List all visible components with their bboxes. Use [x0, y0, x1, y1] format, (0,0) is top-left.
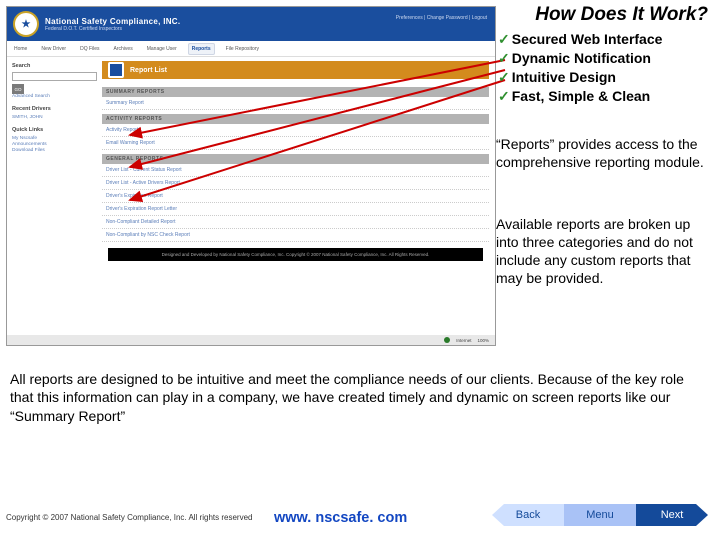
report-link[interactable]: Driver's Expiration Report: [102, 190, 489, 203]
quick-links-label: Quick Links: [12, 127, 97, 133]
quick-link-item[interactable]: Announcements: [12, 142, 97, 147]
check-icon: ✓: [498, 30, 510, 49]
status-net: Internet: [456, 338, 471, 343]
report-link[interactable]: Activity Report: [102, 124, 489, 137]
search-input[interactable]: [12, 72, 97, 81]
bottom-paragraph: All reports are designed to be intuitive…: [10, 370, 710, 425]
bullet-list: ✓Secured Web Interface ✓Dynamic Notifica…: [498, 30, 710, 106]
slide-nav: Back Menu Next: [492, 504, 708, 526]
nav-dq-files[interactable]: DQ Files: [77, 44, 102, 54]
bullet-item: Secured Web Interface: [512, 30, 663, 49]
report-link[interactable]: Summary Report: [102, 97, 489, 110]
nav-new-driver[interactable]: New Driver: [38, 44, 69, 54]
section-general: GENERAL REPORTS: [102, 154, 489, 164]
report-list-title: Report List: [130, 67, 167, 74]
menu-button[interactable]: Menu: [564, 504, 636, 526]
bullet-item: Dynamic Notification: [512, 49, 651, 68]
nav-archives[interactable]: Archives: [111, 44, 136, 54]
check-icon: ✓: [498, 87, 510, 106]
sidebar: Search GO Advanced Search Recent Drivers…: [7, 57, 102, 335]
company-name: National Safety Compliance, INC.: [45, 17, 180, 26]
report-list-banner: Report List: [102, 61, 489, 83]
app-screenshot: ★ National Safety Compliance, INC. Feder…: [6, 6, 496, 346]
report-link[interactable]: Driver's Expiration Report Letter: [102, 203, 489, 216]
quick-link-item[interactable]: My Nscsafe: [12, 136, 97, 141]
browser-status-bar: Internet 100%: [7, 335, 495, 345]
next-button[interactable]: Next: [636, 504, 708, 526]
section-summary: SUMMARY REPORTS: [102, 87, 489, 97]
check-icon: ✓: [498, 68, 510, 87]
report-link[interactable]: Email Warning Report: [102, 137, 489, 150]
quick-link-item[interactable]: Download Files: [12, 148, 97, 153]
back-button[interactable]: Back: [492, 504, 564, 526]
report-link[interactable]: Non-Compliant by NSC Check Report: [102, 229, 489, 242]
report-link[interactable]: Non-Compliant Detailed Report: [102, 216, 489, 229]
internet-icon: [444, 337, 450, 343]
recent-driver-item[interactable]: SMITH, JOHN: [12, 115, 97, 120]
nav-file-repository[interactable]: File Repository: [223, 44, 262, 54]
slide-copyright: Copyright © 2007 National Safety Complia…: [6, 513, 252, 522]
recent-drivers-label: Recent Drivers: [12, 106, 97, 112]
header-links[interactable]: Preferences | Change Password | Logout: [396, 15, 487, 21]
nav-home[interactable]: Home: [11, 44, 30, 54]
status-zoom: 100%: [477, 338, 489, 343]
report-link[interactable]: Driver List - Active Drivers Report: [102, 177, 489, 190]
report-link[interactable]: Driver List - Current Status Report: [102, 164, 489, 177]
section-activity: ACTIVITY REPORTS: [102, 114, 489, 124]
search-go-button[interactable]: GO: [12, 84, 24, 94]
nav-manage-user[interactable]: Manage User: [144, 44, 180, 54]
company-seal-icon: ★: [13, 11, 39, 37]
check-icon: ✓: [498, 49, 510, 68]
app-header: ★ National Safety Compliance, INC. Feder…: [7, 7, 495, 41]
advanced-search-link[interactable]: Advanced Search: [12, 94, 97, 99]
company-tagline: Federal D.O.T. Certified Inspectors: [45, 26, 180, 32]
bullet-item: Fast, Simple & Clean: [512, 87, 650, 106]
app-footer: Designed and Developed by National Safet…: [108, 248, 483, 261]
main-nav: Home New Driver DQ Files Archives Manage…: [7, 41, 495, 57]
main-content: Report List SUMMARY REPORTS Summary Repo…: [102, 57, 495, 335]
side-paragraph-2: Available reports are broken up into thr…: [496, 216, 712, 288]
website-link[interactable]: www. nscsafe. com: [274, 510, 407, 526]
report-icon: [108, 62, 124, 78]
nav-reports[interactable]: Reports: [188, 43, 215, 55]
bullet-item: Intuitive Design: [512, 68, 616, 87]
sidebar-search-label: Search: [12, 63, 97, 69]
slide-headline: How Does It Work?: [535, 4, 708, 26]
side-paragraph-1: “Reports” provides access to the compreh…: [496, 136, 712, 172]
